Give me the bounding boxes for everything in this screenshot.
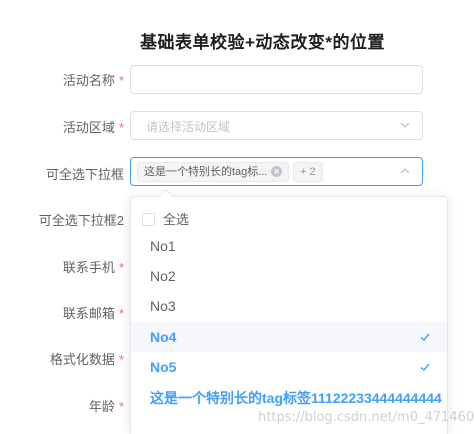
activity-name-input[interactable] (130, 65, 423, 94)
chevron-up-icon (400, 168, 410, 174)
field-label: 年龄 (88, 399, 115, 414)
field-label: 联系手机 (62, 260, 115, 275)
page-title: 基础表单校验+动态改变*的位置 (140, 33, 386, 52)
option-no2[interactable]: No2 (131, 261, 447, 291)
option-no3[interactable]: No3 (131, 291, 447, 321)
field-label: 可全选下拉框 (45, 167, 124, 182)
chevron-down-icon (400, 122, 410, 128)
option-label: No3 (150, 298, 176, 314)
multiselect-dropdown: 全选 No1 No2 No3 No4 No5 这是一个特别长的tag标签1112… (130, 188, 448, 434)
select-all-label: 全选 (163, 212, 190, 227)
required-mark: * (118, 352, 124, 367)
check-icon (420, 333, 430, 341)
field-label: 联系邮箱 (62, 306, 115, 321)
label-phone: 联系手机 * (63, 257, 124, 276)
selected-tag: 这是一个特别长的tag标... (137, 162, 290, 182)
required-mark: * (118, 306, 124, 321)
option-label: 这是一个特别长的tag标签11122233444444444 (150, 390, 442, 406)
label-multiselect: 可全选下拉框 (46, 164, 124, 183)
option-no1[interactable]: No1 (131, 231, 447, 261)
option-label: No4 (150, 329, 177, 345)
label-activity-name: 活动名称 * (63, 70, 124, 89)
select-all-checkbox[interactable]: 全选 (142, 209, 189, 228)
label-age: 年龄 * (89, 396, 124, 415)
required-mark: * (118, 399, 124, 414)
watermark: https://blog.csdn.net/m0_47146037 (258, 410, 474, 425)
field-label: 活动区域 (62, 120, 115, 135)
tag-close-icon[interactable] (271, 165, 283, 177)
activity-region-select[interactable]: 请选择活动区域 (130, 111, 423, 140)
field-label: 格式化数据 (49, 352, 115, 367)
label-activity-region: 活动区域 * (63, 117, 124, 136)
label-email: 联系邮箱 * (63, 303, 124, 322)
field-label: 活动名称 (62, 73, 115, 88)
required-mark: * (118, 73, 124, 88)
field-label: 可全选下拉框2 (38, 213, 124, 228)
required-mark: * (118, 120, 124, 135)
option-no4[interactable]: No4 (131, 322, 447, 352)
check-icon (420, 363, 430, 371)
dropdown-pointer (158, 188, 174, 204)
collapsed-tags-count: + 2 (293, 162, 323, 182)
option-label: No5 (150, 359, 177, 375)
multiselect-input[interactable]: 这是一个特别长的tag标... + 2 (130, 157, 423, 186)
required-mark: * (118, 260, 124, 275)
option-label: No1 (150, 238, 176, 254)
form-page: 基础表单校验+动态改变*的位置 活动名称 * 活动区域 * 请选择活动区域 可全选下… (0, 0, 474, 434)
option-label: No2 (150, 268, 176, 284)
option-long-tag[interactable]: 这是一个特别长的tag标签11122233444444444 (131, 383, 447, 413)
label-formatted-data: 格式化数据 * (50, 349, 124, 368)
option-no5[interactable]: No5 (131, 352, 447, 382)
select-placeholder: 请选择活动区域 (146, 120, 231, 134)
tag-text: 这是一个特别长的tag标... (144, 166, 268, 178)
label-multiselect-2: 可全选下拉框2 (39, 210, 124, 229)
checkbox-icon (142, 213, 155, 227)
